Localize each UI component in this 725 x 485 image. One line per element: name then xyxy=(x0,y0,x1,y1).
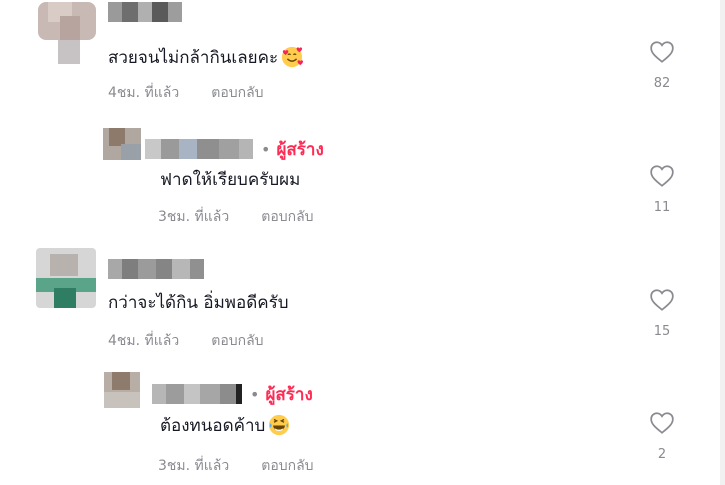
creator-badge: ผู้สร้าง xyxy=(265,384,313,405)
timestamp: 3ชม. ที่แล้ว xyxy=(158,458,230,474)
heart-icon xyxy=(650,412,674,434)
avatar[interactable] xyxy=(38,2,96,40)
avatar[interactable] xyxy=(104,372,140,408)
like-count: 15 xyxy=(653,324,671,339)
comment-text-value: สวยจนไม่กล้ากินเลยคะ xyxy=(108,47,279,68)
reply-button[interactable]: ตอบกลับ xyxy=(261,458,313,474)
like-count: 11 xyxy=(653,200,671,215)
heart-icon xyxy=(650,289,674,311)
reply-button[interactable]: ตอบกลับ xyxy=(211,85,263,101)
username-blurred[interactable] xyxy=(108,259,204,279)
like-count: 2 xyxy=(657,447,667,462)
comment-meta: 4ชม. ที่แล้ว ตอบกลับ xyxy=(108,82,264,104)
like-button[interactable]: 82 xyxy=(642,40,682,91)
avatar[interactable] xyxy=(103,128,141,160)
comment-meta: 4ชม. ที่แล้ว ตอบกลับ xyxy=(108,330,264,352)
reply-button[interactable]: ตอบกลับ xyxy=(261,209,313,225)
timestamp: 4ชม. ที่แล้ว xyxy=(108,333,180,349)
scrollbar[interactable] xyxy=(720,0,725,485)
laughing-face-emoji xyxy=(269,414,290,436)
username-blurred[interactable]: • ผู้สร้าง xyxy=(145,139,324,160)
comment-text: กว่าจะได้กิน อิ่มพอดีครับ xyxy=(108,289,289,315)
comment-text: สวยจนไม่กล้ากินเลยคะ xyxy=(108,44,304,70)
avatar[interactable] xyxy=(36,248,96,308)
comment-text-value: ฟาดให้เรียบครับผม xyxy=(160,169,301,190)
comment-text: ต้องทนอดค้าบ xyxy=(160,412,290,438)
heart-icon xyxy=(650,165,674,187)
creator-badge: ผู้สร้าง xyxy=(276,139,324,160)
comment-text: ฟาดให้เรียบครับผม xyxy=(160,166,300,192)
heart-icon xyxy=(650,41,674,63)
comment-meta: 3ชม. ที่แล้ว ตอบกลับ xyxy=(158,455,314,477)
like-count: 82 xyxy=(653,76,671,91)
avatar-blur-tail xyxy=(58,40,80,64)
like-button[interactable]: 2 xyxy=(642,411,682,462)
username-blurred[interactable]: • ผู้สร้าง xyxy=(152,384,313,405)
like-button[interactable]: 11 xyxy=(642,164,682,215)
comment-meta: 3ชม. ที่แล้ว ตอบกลับ xyxy=(158,206,314,228)
separator-dot: • xyxy=(261,139,271,159)
smiling-face-with-hearts-emoji xyxy=(282,46,304,68)
timestamp: 4ชม. ที่แล้ว xyxy=(108,85,180,101)
separator-dot: • xyxy=(250,384,260,404)
comment-text-value: กว่าจะได้กิน อิ่มพอดีครับ xyxy=(108,292,289,313)
comment-text-value: ต้องทนอดค้าบ xyxy=(160,415,266,436)
username-blurred[interactable] xyxy=(108,2,182,22)
reply-button[interactable]: ตอบกลับ xyxy=(211,333,263,349)
timestamp: 3ชม. ที่แล้ว xyxy=(158,209,230,225)
like-button[interactable]: 15 xyxy=(642,288,682,339)
